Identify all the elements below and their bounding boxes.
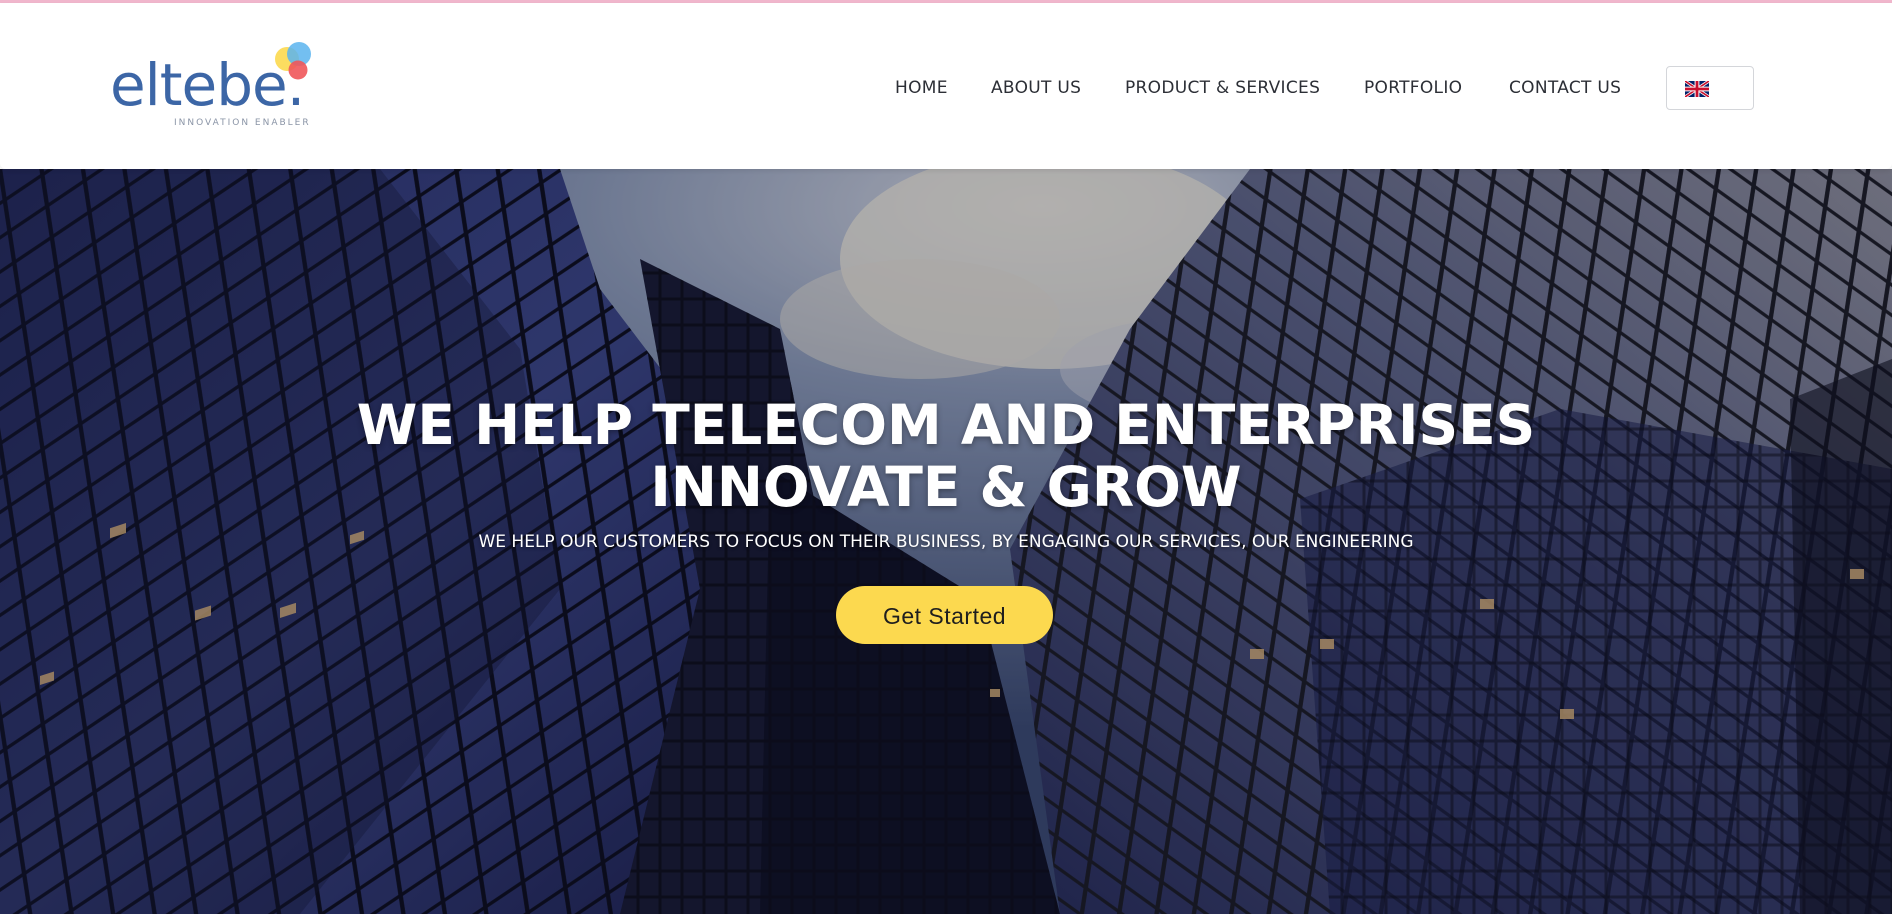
nav-contact-us[interactable]: CONTACT US — [1509, 78, 1621, 102]
nav-about-us[interactable]: ABOUT US — [991, 78, 1081, 102]
nav-portfolio[interactable]: PORTFOLIO — [1364, 78, 1462, 102]
nav-product-services[interactable]: PRODUCT & SERVICES — [1125, 78, 1320, 102]
get-started-button[interactable]: Get Started — [836, 586, 1053, 644]
brand-wordmark: eltebe. — [110, 51, 305, 119]
hero-section: WE HELP TELECOM AND ENTERPRISES INNOVATE… — [0, 169, 1892, 914]
site-header: eltebe. INNOVATION ENABLER HOME ABOUT US… — [0, 3, 1892, 169]
brand-tagline: INNOVATION ENABLER — [174, 118, 311, 128]
brand-logo[interactable]: eltebe. INNOVATION ENABLER — [110, 39, 325, 139]
hero-subtitle: WE HELP OUR CUSTOMERS TO FOCUS ON THEIR … — [478, 532, 1414, 552]
hero-title-line-1: WE HELP TELECOM AND ENTERPRISES — [356, 393, 1536, 457]
nav-home[interactable]: HOME — [895, 78, 948, 102]
uk-flag-icon — [1685, 81, 1709, 97]
hero-title: WE HELP TELECOM AND ENTERPRISES INNOVATE… — [0, 394, 1892, 518]
hero-title-line-2: INNOVATE & GROW — [650, 455, 1242, 519]
language-selector[interactable] — [1666, 66, 1754, 110]
